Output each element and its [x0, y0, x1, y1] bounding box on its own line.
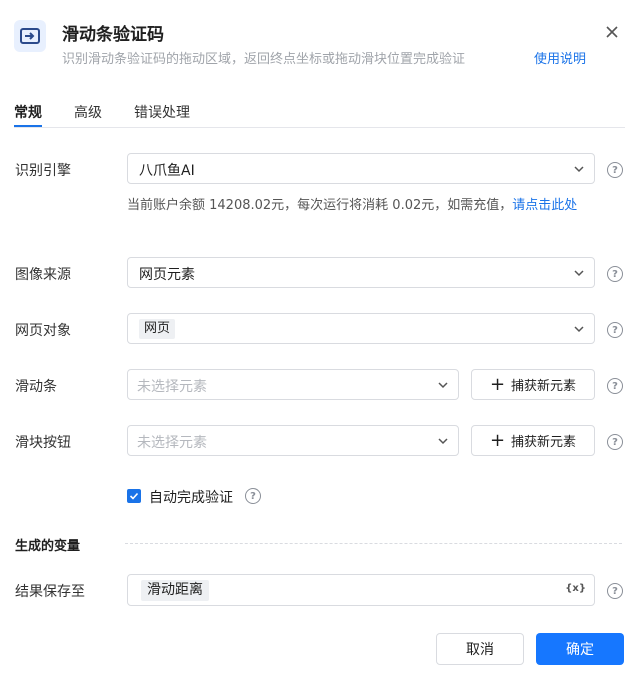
recharge-link[interactable]: 请点击此处	[512, 198, 577, 213]
variable-picker-icon[interactable]: {x}	[565, 583, 586, 594]
cancel-button[interactable]: 取消	[436, 633, 524, 665]
tab-general[interactable]: 常规	[14, 102, 42, 122]
chevron-down-icon	[574, 326, 584, 333]
engine-value: 八爪鱼AI	[139, 163, 195, 179]
slider-button-label: 滑块按钮	[15, 435, 71, 451]
balance-info: 当前账户余额 14208.02元，每次运行将消耗 0.02元，如需充值，请点击此…	[127, 196, 607, 216]
slider-button-capture-button[interactable]: + 捕获新元素	[471, 425, 595, 456]
close-icon	[606, 26, 618, 38]
slider-bar-label: 滑动条	[15, 379, 57, 395]
save-to-help-icon[interactable]: ?	[607, 583, 623, 599]
auto-verify-checkbox[interactable]	[127, 489, 141, 503]
capture-label: 捕获新元素	[511, 435, 577, 450]
help-link[interactable]: 使用说明	[534, 48, 586, 67]
engine-label: 识别引擎	[15, 163, 71, 179]
ok-button[interactable]: 确定	[536, 633, 624, 665]
save-to-variable-tag: 滑动距离	[141, 580, 209, 601]
slider-bar-help-icon[interactable]: ?	[607, 378, 623, 394]
web-object-tag: 网页	[139, 319, 176, 339]
web-object-help-icon[interactable]: ?	[607, 322, 623, 338]
auto-verify-help-icon[interactable]: ?	[245, 488, 261, 504]
slider-bar-capture-button[interactable]: + 捕获新元素	[471, 369, 595, 400]
section-divider	[125, 543, 622, 544]
slider-bar-placeholder: 未选择元素	[137, 379, 207, 395]
image-source-label: 图像来源	[15, 267, 71, 283]
dialog-title: 滑动条验证码	[62, 25, 164, 45]
web-object-select[interactable]: 网页	[127, 313, 595, 344]
save-to-label: 结果保存至	[15, 584, 85, 600]
check-icon	[129, 492, 139, 500]
slider-button-placeholder: 未选择元素	[137, 435, 207, 451]
balance-text: 当前账户余额 14208.02元，每次运行将消耗 0.02元，如需充值，	[127, 198, 513, 213]
variables-section-title: 生成的变量	[15, 539, 81, 554]
dialog-subtitle: 识别滑动条验证码的拖动区域，返回终点坐标或拖动滑块位置完成验证	[62, 52, 466, 67]
chevron-down-icon	[574, 166, 584, 173]
plus-icon: +	[489, 373, 506, 395]
close-button[interactable]	[602, 22, 622, 42]
active-tab-indicator	[14, 125, 42, 127]
capture-label: 捕获新元素	[511, 379, 577, 394]
slider-bar-select[interactable]: 未选择元素	[127, 369, 459, 400]
tab-bar: 常规 高级 错误处理	[14, 100, 625, 128]
slider-button-help-icon[interactable]: ?	[607, 434, 623, 450]
tab-error-handling[interactable]: 错误处理	[134, 102, 190, 122]
image-source-help-icon[interactable]: ?	[607, 266, 623, 282]
save-to-input[interactable]: 滑动距离 {x}	[127, 574, 595, 606]
engine-select[interactable]: 八爪鱼AI	[127, 153, 595, 184]
slider-captcha-icon	[14, 20, 46, 52]
chevron-down-icon	[438, 382, 448, 389]
plus-icon: +	[489, 429, 506, 451]
chevron-down-icon	[438, 438, 448, 445]
engine-help-icon[interactable]: ?	[607, 162, 623, 178]
image-source-value: 网页元素	[139, 267, 195, 283]
slider-button-select[interactable]: 未选择元素	[127, 425, 459, 456]
chevron-down-icon	[574, 270, 584, 277]
tab-advanced[interactable]: 高级	[74, 102, 102, 122]
auto-verify-label[interactable]: 自动完成验证	[149, 487, 233, 507]
image-source-select[interactable]: 网页元素	[127, 257, 595, 288]
web-object-label: 网页对象	[15, 323, 71, 339]
